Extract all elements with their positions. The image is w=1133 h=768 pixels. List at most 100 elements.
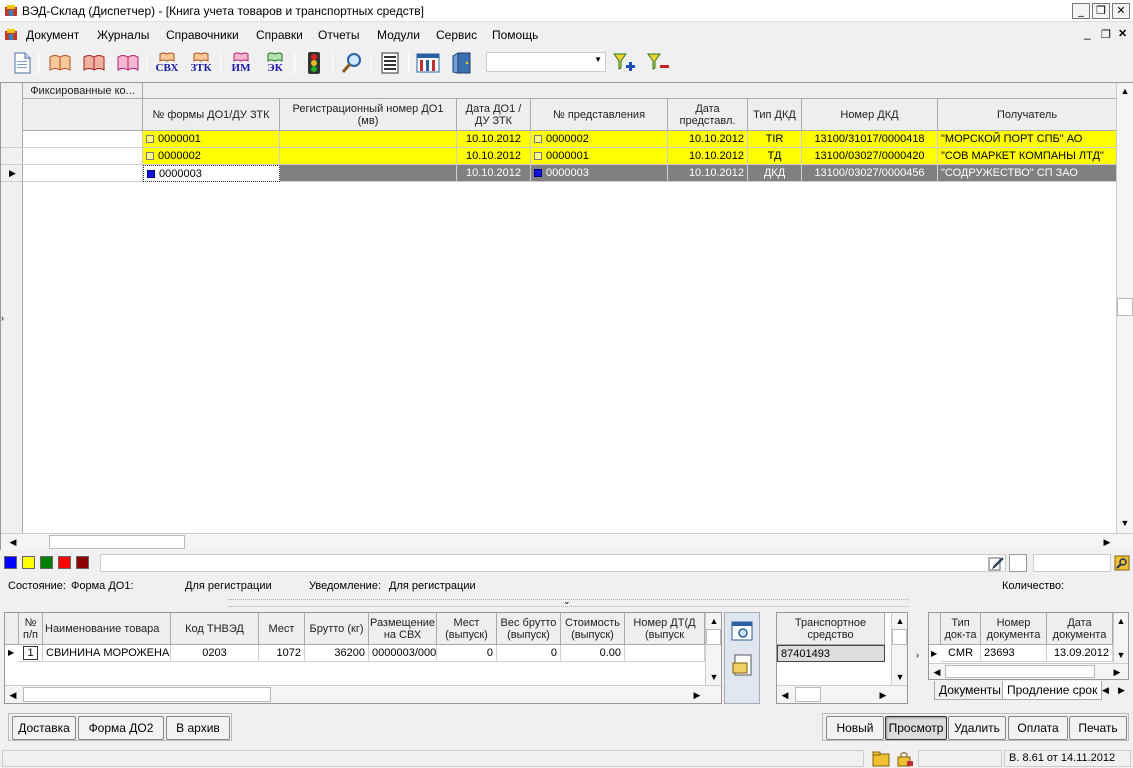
scroll-thumb[interactable] — [706, 629, 721, 645]
docs-horizontal-scrollbar[interactable]: ◀ ▶ — [929, 663, 1128, 679]
scroll-right-icon[interactable]: ▶ — [1109, 664, 1125, 680]
col-cost-out[interactable]: Стоимость (выпуск) — [561, 613, 625, 645]
delete-button[interactable]: Удалить — [948, 716, 1006, 740]
col-gross[interactable]: Брутто (кг) — [305, 613, 369, 645]
minimize-button[interactable]: _ — [1072, 3, 1090, 19]
scroll-up-icon[interactable]: ▲ — [1117, 83, 1133, 99]
scroll-right-icon[interactable]: ▶ — [1099, 534, 1115, 550]
close-button[interactable]: ✕ — [1112, 3, 1130, 19]
scroll-thumb[interactable] — [795, 687, 821, 702]
transport-vertical-scrollbar[interactable]: ▲ ▼ — [891, 613, 907, 685]
col-transport[interactable]: Транспортное средство — [777, 613, 885, 645]
view-details-button[interactable] — [731, 621, 755, 646]
col-placement[interactable]: Размещение на СВХ — [369, 613, 437, 645]
book-button-2[interactable] — [80, 50, 108, 76]
table-row[interactable]: 0000001 — [143, 131, 280, 148]
table-row[interactable]: 1 — [19, 645, 43, 662]
goods-book-grid[interactable]: Фиксированные ко... № формы ДО1/ДУ ЗТК Р… — [0, 82, 1133, 550]
col-hs-code[interactable]: Код ТНВЭД — [171, 613, 259, 645]
tab-extension[interactable]: Продление срок — [1002, 681, 1103, 700]
scroll-down-icon[interactable]: ▼ — [706, 669, 722, 685]
col-goods-name[interactable]: Наименование товара — [43, 613, 171, 645]
col-doc-date[interactable]: Дата документа — [1047, 613, 1113, 645]
mdi-restore-icon[interactable]: ❐ — [1101, 28, 1111, 41]
menu-inquiries[interactable]: Справки — [256, 28, 303, 42]
filter-remove-button[interactable] — [644, 50, 672, 76]
traffic-light-button[interactable] — [300, 50, 328, 76]
col-num[interactable]: № п/п — [19, 613, 43, 645]
scroll-up-icon[interactable]: ▲ — [892, 613, 908, 629]
grid-vertical-scrollbar[interactable]: ▲ ▼ — [1116, 83, 1133, 533]
transport-horizontal-scrollbar[interactable]: ◀ ▶ — [777, 685, 907, 703]
col-recipient[interactable]: Получатель — [938, 99, 1117, 131]
scroll-down-icon[interactable]: ▼ — [892, 669, 908, 685]
filter-select[interactable]: ▼ — [486, 52, 606, 72]
exit-button[interactable] — [448, 50, 476, 76]
scroll-right-icon[interactable]: ▶ — [689, 687, 705, 703]
col-doc-number[interactable]: Номер документа — [981, 613, 1047, 645]
search-go-button[interactable] — [1114, 555, 1130, 571]
color-swatch-green[interactable] — [40, 556, 53, 569]
new-document-button[interactable] — [8, 50, 36, 76]
collapse-arrow-icon[interactable]: › — [916, 650, 919, 660]
cell-doc-date[interactable]: 13.09.2012 — [1047, 645, 1113, 662]
col-dt-no[interactable]: Номер ДТ(Д (выпуск — [625, 613, 705, 645]
goods-vertical-scrollbar[interactable]: ▲ ▼ — [705, 613, 721, 685]
mdi-minimize-icon[interactable]: _ — [1084, 26, 1091, 40]
color-swatch-yellow[interactable] — [22, 556, 35, 569]
new-button[interactable]: Новый — [826, 716, 884, 740]
cell-transport[interactable]: 87401493 — [777, 645, 885, 662]
col-reg-no[interactable]: Регистрационный номер ДО1 (мв) — [280, 99, 457, 131]
scroll-thumb[interactable] — [945, 665, 1095, 678]
comment-field[interactable] — [100, 554, 1006, 572]
color-swatch-red[interactable] — [58, 556, 71, 569]
menu-document[interactable]: Документ — [26, 28, 79, 42]
view-button[interactable]: Просмотр — [885, 716, 947, 740]
documents-grid[interactable]: Тип док-та Номер документа Дата документ… — [928, 612, 1129, 680]
col-present-no[interactable]: № представления — [531, 99, 668, 131]
splitter-arrow-icon[interactable]: › — [1, 313, 4, 323]
scroll-left-icon[interactable]: ◀ — [777, 687, 793, 703]
scroll-right-icon[interactable]: ▶ — [875, 687, 891, 703]
add-document-button[interactable] — [731, 653, 755, 680]
scroll-thumb[interactable] — [49, 535, 185, 549]
color-swatch-blue[interactable] — [4, 556, 17, 569]
transport-panel[interactable]: Транспортное средство 87401493 ▲ ▼ ◀ ▶ — [776, 612, 908, 704]
tab-documents[interactable]: Документы — [934, 681, 1006, 700]
form-do2-button[interactable]: Форма ДО2 — [78, 716, 164, 740]
book-button-1[interactable] — [46, 50, 74, 76]
ek-button[interactable]: ЭК — [260, 50, 290, 76]
color-swatch-darkred[interactable] — [76, 556, 89, 569]
status-icon-2[interactable] — [896, 751, 914, 767]
scroll-thumb[interactable] — [892, 629, 907, 645]
print-button[interactable]: Печать — [1069, 716, 1127, 740]
menu-journals[interactable]: Журналы — [97, 28, 149, 42]
flag-checkbox[interactable] — [1009, 554, 1027, 572]
menu-reports[interactable]: Отчеты — [318, 28, 359, 42]
restore-button[interactable]: ❐ — [1092, 3, 1110, 19]
scroll-up-icon[interactable]: ▲ — [706, 613, 722, 629]
filter-add-button[interactable] — [610, 50, 638, 76]
menu-service[interactable]: Сервис — [436, 28, 477, 42]
col-doc-type[interactable]: Тип док-та — [941, 613, 981, 645]
col-dkd-type[interactable]: Тип ДКД — [748, 99, 802, 131]
col-places-out[interactable]: Мест (выпуск) — [437, 613, 497, 645]
book-button-3[interactable] — [114, 50, 142, 76]
table-row-selected[interactable]: 0000003 — [143, 165, 280, 182]
col-places[interactable]: Мест — [259, 613, 305, 645]
fixed-columns-header[interactable]: Фиксированные ко... — [23, 83, 143, 99]
scroll-left-icon[interactable]: ◀ — [5, 534, 21, 550]
payment-button[interactable]: Оплата — [1008, 716, 1068, 740]
grid-horizontal-scrollbar[interactable]: ◀ ▶ — [1, 533, 1133, 550]
row-indicator[interactable] — [1, 131, 23, 148]
columns-button[interactable] — [414, 50, 442, 76]
table-row[interactable]: 0000002 — [143, 148, 280, 165]
col-date[interactable]: Дата ДО1 / ДУ ЗТК — [457, 99, 531, 131]
col-gross-out[interactable]: Вес брутто (выпуск) — [497, 613, 561, 645]
chevron-down-icon[interactable]: ⌄ — [563, 596, 571, 607]
goods-grid[interactable]: № п/п Наименование товара Код ТНВЭД Мест… — [4, 612, 722, 704]
mdi-close-icon[interactable]: ✕ — [1118, 27, 1127, 40]
scroll-left-icon[interactable]: ◀ — [5, 687, 21, 703]
menu-help[interactable]: Помощь — [492, 28, 538, 42]
col-present-date[interactable]: Дата представл. — [668, 99, 748, 131]
